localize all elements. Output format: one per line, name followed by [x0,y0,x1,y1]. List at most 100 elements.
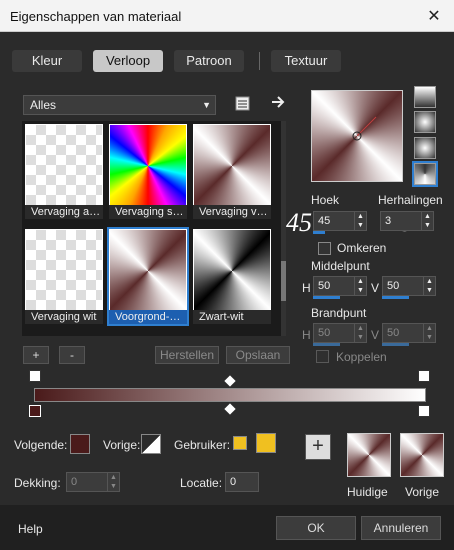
next-swatch[interactable] [70,434,90,454]
tab-verloop[interactable]: Verloop [93,50,163,72]
focus-h-bar [313,343,340,346]
bottom-stop-left[interactable] [29,405,41,417]
swatch-image [194,230,270,312]
repeats-label: Herhalingen [378,193,443,207]
tab-textuur[interactable]: Textuur [271,50,341,72]
gallery-caption: Vervaging v… [193,205,271,219]
user-swatch-small[interactable] [233,436,247,450]
spinner-arrows[interactable]: ▲ ▼ [107,473,119,491]
gallery-item[interactable]: Zwart-wit [193,229,271,324]
spinner-arrows[interactable]: ▲ ▼ [421,212,433,230]
close-icon[interactable]: ✕ [426,6,442,26]
arrow-right-icon[interactable] [270,94,286,110]
category-dropdown[interactable]: Alles ▼ [23,95,216,115]
gradient-preview[interactable] [311,90,403,182]
focus-h-spinner[interactable]: 50 ▲ ▼ [313,323,367,343]
bottom-midpoint[interactable] [224,403,236,415]
link-checkbox[interactable] [316,350,329,363]
title-bar: Eigenschappen van materiaal ✕ [0,0,454,32]
gallery-item[interactable]: Vervaging v… [193,124,271,219]
tab-patroon[interactable]: Patroon [174,50,244,72]
prev-label: Vorige: [103,438,141,452]
gallery-caption: Vervaging a… [25,205,103,219]
spinner-arrows[interactable]: ▲ ▼ [354,324,366,342]
repeats-spinner[interactable]: 3 ▲ ▼ [380,211,434,231]
repeats-value: 3 [385,215,392,227]
swatch-image [26,125,102,207]
current-label: Huidige [347,485,388,499]
tab-kleur[interactable]: Kleur [12,50,82,72]
gallery-item[interactable]: Vervaging wit [25,229,103,324]
link-label: Koppelen [336,350,387,364]
location-input[interactable]: 0 [225,472,259,492]
remove-button[interactable]: - [59,346,85,364]
location-label: Locatie: [180,476,223,490]
radial-style-button[interactable] [414,137,436,159]
center-h-value: 50 [318,280,331,292]
center-h-bar [313,296,340,299]
invert-label: Omkeren [337,241,387,255]
spinner-arrows[interactable]: ▲ ▼ [354,277,366,295]
swatch-image [26,230,102,312]
gallery-caption: Voorgrond-… [109,310,187,324]
notes-icon[interactable] [235,95,251,111]
spinner-arrows[interactable]: ▲ ▼ [354,212,366,230]
restore-button[interactable]: Herstellen [155,346,219,364]
linear-style-button[interactable] [414,86,436,108]
opacity-spinner[interactable]: 0 ▲ ▼ [66,472,120,492]
location-value: 0 [230,476,237,488]
gradient-gallery: Vervaging a… Vervaging s… Vervaging v… V… [22,121,286,336]
top-midpoint[interactable] [224,375,236,387]
angle-spinner[interactable]: 45 ▲ ▼ [313,211,367,231]
gallery-item[interactable]: Vervaging a… [25,124,103,219]
ok-button[interactable]: OK [276,516,356,540]
spinner-arrows[interactable]: ▲ ▼ [423,324,435,342]
top-stop-right[interactable] [418,370,430,382]
prev-swatch[interactable] [141,434,161,454]
angle-value: 45 [318,215,331,227]
invert-checkbox[interactable] [318,242,331,255]
sunburst-style-button[interactable] [412,161,438,187]
focus-h-value: 50 [318,327,331,339]
cancel-button[interactable]: Annuleren [361,516,441,540]
swatch-image [110,125,186,207]
focus-v-label: V [371,328,380,342]
save-button[interactable]: Opslaan [226,346,290,364]
current-thumbnail[interactable] [347,433,391,477]
tab-separator [259,52,260,70]
help-link[interactable]: Help [18,522,43,536]
center-v-bar [382,296,409,299]
gallery-item[interactable]: Vervaging s… [109,124,187,219]
opacity-label: Dekking: [14,476,61,490]
bottom-stop-right[interactable] [418,405,430,417]
spinner-arrows[interactable]: ▲ ▼ [423,277,435,295]
next-label: Volgende: [14,438,68,452]
focus-v-spinner[interactable]: 50 ▲ ▼ [382,323,436,343]
gallery-caption: Vervaging wit [25,310,103,324]
opacity-value: 0 [71,476,78,488]
user-swatch[interactable] [256,433,276,453]
center-v-spinner[interactable]: 50 ▲ ▼ [382,276,436,296]
focus-v-bar [382,343,409,346]
category-value: Alles [30,98,57,112]
focus-h-label: H [302,328,311,342]
user-label: Gebruiker: [174,438,231,452]
focus-v-value: 50 [387,327,400,339]
swatch-image [194,125,270,207]
center-h-spinner[interactable]: 50 ▲ ▼ [313,276,367,296]
top-stop-left[interactable] [29,370,41,382]
gallery-item[interactable]: Voorgrond-… [107,227,189,326]
center-h-label: H [302,281,311,295]
center-v-label: V [371,281,380,295]
angle-bar [313,231,325,234]
gradient-bar[interactable] [34,388,426,402]
scrollbar-thumb[interactable] [281,261,286,301]
add-button[interactable]: + [23,346,49,364]
add-color-button[interactable]: + [305,434,331,460]
window-title: Eigenschappen van materiaal [10,9,182,24]
center-label: Middelpunt [311,259,370,273]
chevron-down-icon: ▼ [202,100,211,110]
gallery-caption: Vervaging s… [109,205,187,219]
previous-thumbnail[interactable] [400,433,444,477]
rectangular-style-button[interactable] [414,111,436,133]
